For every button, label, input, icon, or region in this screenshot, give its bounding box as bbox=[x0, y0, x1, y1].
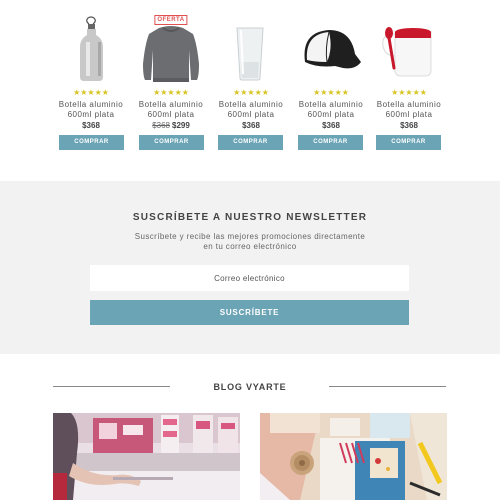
newsletter-subtitle: Suscríbete y recibe las mejores promocio… bbox=[134, 232, 366, 251]
product-card: OFERTA ★★★★★ Botella aluminio 600ml plat… bbox=[131, 0, 211, 131]
product-name: Botella aluminio 600ml plata bbox=[376, 100, 442, 119]
email-field[interactable] bbox=[90, 265, 409, 291]
rating-stars: ★★★★★ bbox=[73, 88, 109, 97]
buy-button[interactable]: COMPRAR bbox=[59, 135, 124, 150]
sweatshirt-icon[interactable]: OFERTA bbox=[131, 0, 211, 86]
buy-button[interactable]: COMPRAR bbox=[218, 135, 283, 150]
cap-icon[interactable] bbox=[291, 0, 371, 86]
product-price: $368 bbox=[400, 121, 418, 130]
product-card: ★★★★★ Botella aluminio 600ml plata $368 bbox=[51, 0, 131, 131]
rating-stars: ★★★★★ bbox=[233, 88, 269, 97]
newsletter-title: SUSCRÍBETE A NUESTRO NEWSLETTER bbox=[132, 212, 368, 223]
subscribe-button[interactable]: SUSCRÍBETE bbox=[90, 300, 409, 325]
rating-stars: ★★★★★ bbox=[313, 88, 349, 97]
buy-button[interactable]: COMPRAR bbox=[298, 135, 363, 150]
blog-card[interactable] bbox=[53, 413, 240, 500]
product-price: $368 bbox=[242, 121, 260, 130]
blog-card[interactable] bbox=[260, 413, 447, 500]
aluminum-bottle-icon[interactable] bbox=[51, 0, 131, 86]
sale-badge: OFERTA bbox=[154, 15, 188, 25]
mug-icon[interactable] bbox=[369, 0, 449, 86]
old-price: $368 bbox=[152, 121, 170, 130]
sale-price: $299 bbox=[172, 121, 190, 130]
product-name: Botella aluminio 600ml plata bbox=[218, 100, 284, 119]
product-name: Botella aluminio 600ml plata bbox=[298, 100, 364, 119]
printing-workshop-photo bbox=[53, 413, 240, 500]
product-name: Botella aluminio 600ml plata bbox=[138, 100, 204, 119]
product-price: $368 $299 bbox=[131, 121, 211, 131]
craft-supplies-photo bbox=[260, 413, 447, 500]
blog-title: BLOG VYARTE bbox=[213, 382, 287, 392]
product-card: ★★★★★ Botella aluminio 600ml plata $368 bbox=[291, 0, 371, 131]
buy-button[interactable]: COMPRAR bbox=[376, 135, 441, 150]
rating-stars: ★★★★★ bbox=[391, 88, 427, 97]
product-carousel: ★★★★★ Botella aluminio 600ml plata $368 … bbox=[0, 0, 500, 160]
product-price: $368 bbox=[82, 121, 100, 130]
product-price: $368 bbox=[322, 121, 340, 130]
product-card: ★★★★★ Botella aluminio 600ml plata $368 bbox=[369, 0, 449, 131]
product-card: ★★★★★ Botella aluminio 600ml plata $368 bbox=[211, 0, 291, 131]
shot-glass-icon[interactable] bbox=[211, 0, 291, 86]
buy-button[interactable]: COMPRAR bbox=[139, 135, 204, 150]
rating-stars: ★★★★★ bbox=[153, 88, 189, 97]
divider bbox=[329, 386, 446, 387]
newsletter-section: SUSCRÍBETE A NUESTRO NEWSLETTER Suscríbe… bbox=[0, 181, 500, 354]
product-name: Botella aluminio 600ml plata bbox=[58, 100, 124, 119]
